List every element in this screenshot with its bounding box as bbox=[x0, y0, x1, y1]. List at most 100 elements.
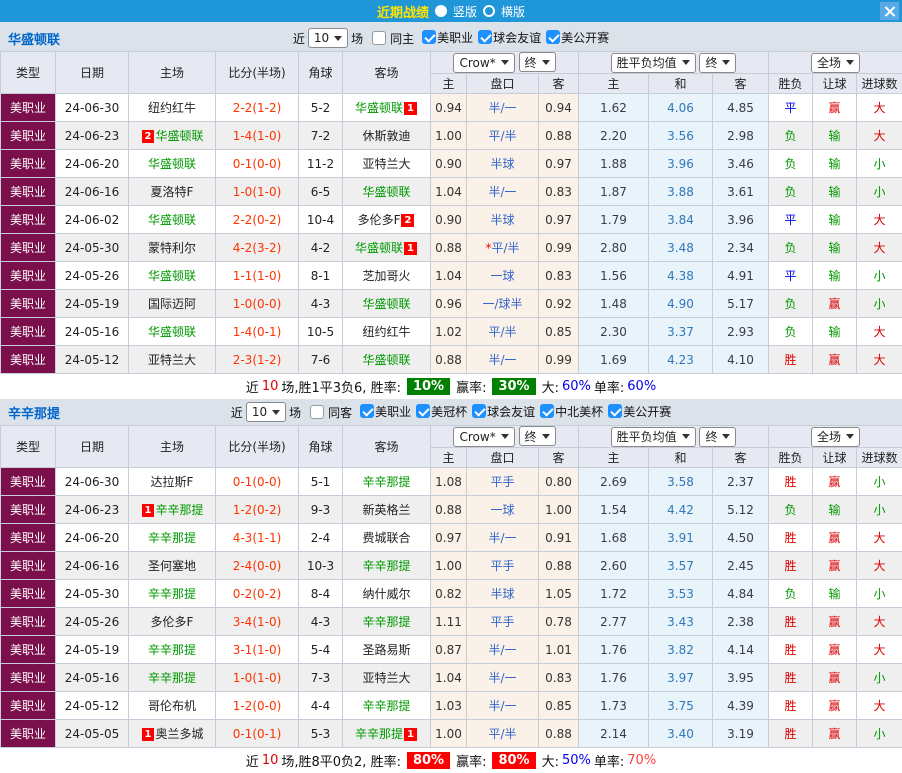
avg-away-cell: 2.98 bbox=[713, 122, 769, 150]
corner-cell: 5-4 bbox=[299, 636, 343, 664]
league-checkbox[interactable] bbox=[540, 404, 554, 418]
match-row: 美职业24-06-20华盛顿联0-1(0-0)11-2亚特兰大0.90半球0.9… bbox=[1, 150, 902, 178]
team-label: 华盛顿联 bbox=[355, 101, 403, 115]
match-date-cell: 24-05-19 bbox=[56, 636, 129, 664]
away-team-cell: 辛辛那提 bbox=[343, 692, 431, 720]
home-team-cell: 纽约红牛 bbox=[129, 94, 216, 122]
live-odds-marker: * bbox=[485, 241, 491, 255]
handicap-cell: 半球 bbox=[467, 580, 539, 608]
rank-badge: 2 bbox=[142, 130, 155, 143]
away-team-cell: 纽约红牛 bbox=[343, 318, 431, 346]
odds-final-select[interactable]: 终 bbox=[519, 52, 556, 72]
match-count-select[interactable]: 10 bbox=[308, 28, 348, 48]
league-checkbox[interactable] bbox=[546, 30, 560, 44]
goals-result-cell: 小 bbox=[857, 262, 902, 290]
league-type-cell: 美职业 bbox=[1, 608, 56, 636]
team-label: 华盛顿联 bbox=[362, 297, 410, 311]
home-team-cell: 1辛辛那提 bbox=[129, 496, 216, 524]
match-row: 美职业24-05-16华盛顿联1-4(0-1)10-5纽约红牛1.02平/半0.… bbox=[1, 318, 902, 346]
team-label: 纽约红牛 bbox=[148, 101, 196, 115]
profit-rate-badge: 80% bbox=[492, 752, 535, 769]
away-odds-cell: 0.97 bbox=[539, 150, 579, 178]
goals-result-cell: 大 bbox=[857, 318, 902, 346]
handicap-cell: 平/半 bbox=[467, 720, 539, 748]
score-cell: 2-4(0-0) bbox=[216, 552, 299, 580]
corner-cell: 6-5 bbox=[299, 178, 343, 206]
team-label: 纳什威尔 bbox=[362, 587, 410, 601]
league-type-cell: 美职业 bbox=[1, 94, 56, 122]
league-checkbox[interactable] bbox=[608, 404, 622, 418]
close-button[interactable] bbox=[880, 2, 899, 20]
avg-away-cell: 4.50 bbox=[713, 524, 769, 552]
away-odds-cell: 0.91 bbox=[539, 524, 579, 552]
col-date: 日期 bbox=[56, 52, 129, 94]
team-label: 新英格兰 bbox=[362, 503, 410, 517]
league-type-cell: 美职业 bbox=[1, 496, 56, 524]
avg-draw-cell: 4.90 bbox=[649, 290, 713, 318]
avg-away-cell: 3.95 bbox=[713, 664, 769, 692]
team-label: 华盛顿联 bbox=[362, 353, 410, 367]
away-odds-cell: 0.83 bbox=[539, 262, 579, 290]
scope-select[interactable]: 全场 bbox=[811, 53, 860, 73]
avg-select[interactable]: 胜平负均值 bbox=[611, 53, 696, 73]
window-title: 近期战绩 bbox=[377, 2, 429, 21]
horizontal-layout-label[interactable]: 横版 bbox=[501, 3, 525, 20]
avg-away-cell: 5.17 bbox=[713, 290, 769, 318]
home-odds-cell: 0.88 bbox=[431, 346, 467, 374]
scope-select[interactable]: 全场 bbox=[811, 427, 860, 447]
odds-final-select[interactable]: 终 bbox=[519, 426, 556, 446]
same-venue-checkbox[interactable] bbox=[372, 31, 386, 45]
home-team-cell: 哥伦布机 bbox=[129, 692, 216, 720]
handicap-result-cell: 赢 bbox=[813, 692, 857, 720]
col-score: 比分(半场) bbox=[216, 52, 299, 94]
result-cell: 胜 bbox=[769, 636, 813, 664]
avg-home-cell: 2.80 bbox=[579, 234, 649, 262]
avg-final-select[interactable]: 终 bbox=[699, 427, 736, 447]
odds-company-select[interactable]: Crow* bbox=[453, 427, 514, 447]
league-checkbox[interactable] bbox=[416, 404, 430, 418]
team-label: 辛辛那提 bbox=[155, 503, 203, 517]
filter-bar: 近 10 场 同客 美职业美冠杯球会友谊中北美杯美公开赛 bbox=[231, 402, 671, 422]
away-team-cell: 华盛顿联 bbox=[343, 178, 431, 206]
goals-result-cell: 大 bbox=[857, 94, 902, 122]
team-label: 亚特兰大 bbox=[362, 671, 410, 685]
avg-draw-cell: 3.75 bbox=[649, 692, 713, 720]
league-checkbox[interactable] bbox=[422, 30, 436, 44]
avg-select[interactable]: 胜平负均值 bbox=[611, 427, 696, 447]
away-team-cell: 圣路易斯 bbox=[343, 636, 431, 664]
league-checkbox[interactable] bbox=[472, 404, 486, 418]
col-goals: 进球数 bbox=[857, 74, 902, 94]
away-odds-cell: 0.83 bbox=[539, 178, 579, 206]
horizontal-layout-radio[interactable] bbox=[483, 5, 495, 17]
avg-draw-cell: 3.37 bbox=[649, 318, 713, 346]
league-filter-item: 美职业 bbox=[360, 403, 411, 420]
home-team-cell: 夏洛特F bbox=[129, 178, 216, 206]
league-checkbox[interactable] bbox=[360, 404, 374, 418]
corner-cell: 4-4 bbox=[299, 692, 343, 720]
chevron-down-icon bbox=[722, 60, 730, 65]
home-team-cell: 辛辛那提 bbox=[129, 636, 216, 664]
team-label: 辛辛那提 bbox=[362, 475, 410, 489]
odds-final-value: 终 bbox=[525, 54, 537, 71]
avg-home-cell: 1.87 bbox=[579, 178, 649, 206]
handicap-result-cell: 赢 bbox=[813, 524, 857, 552]
score-cell: 2-2(0-2) bbox=[216, 206, 299, 234]
same-venue-checkbox[interactable] bbox=[310, 405, 324, 419]
match-count-select[interactable]: 10 bbox=[246, 402, 286, 422]
team-label: 华盛顿联 bbox=[148, 325, 196, 339]
match-row: 美职业24-06-20辛辛那提4-3(1-1)2-4费城联合0.97半/一0.9… bbox=[1, 524, 902, 552]
vertical-layout-radio[interactable] bbox=[435, 5, 447, 17]
team-label: 辛辛那提 bbox=[148, 531, 196, 545]
avg-home-cell: 1.62 bbox=[579, 94, 649, 122]
avg-final-select[interactable]: 终 bbox=[699, 53, 736, 73]
handicap-cell: 半/一 bbox=[467, 94, 539, 122]
team-label: 辛辛那提 bbox=[148, 671, 196, 685]
odds-company-select[interactable]: Crow* bbox=[453, 53, 514, 73]
home-odds-cell: 0.90 bbox=[431, 150, 467, 178]
matches-table-home-team: 类型 日期 主场 比分(半场) 角球 客场 Crow* 终 胜平负均值 终 全场… bbox=[0, 51, 902, 374]
league-checkbox[interactable] bbox=[478, 30, 492, 44]
vertical-layout-label[interactable]: 竖版 bbox=[453, 3, 477, 20]
away-team-cell: 华盛顿联1 bbox=[343, 234, 431, 262]
avg-away-cell: 2.34 bbox=[713, 234, 769, 262]
goals-result-cell: 小 bbox=[857, 178, 902, 206]
